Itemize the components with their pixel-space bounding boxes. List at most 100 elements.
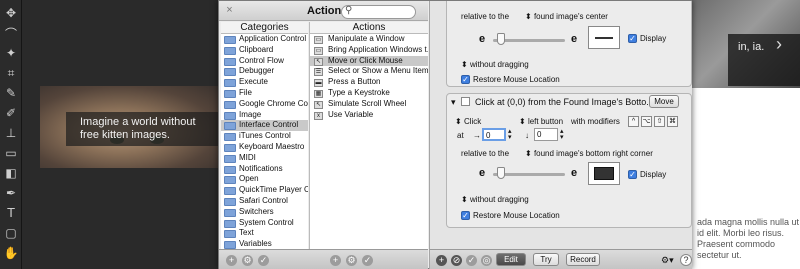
- help-button[interactable]: ?: [680, 254, 692, 266]
- action-item[interactable]: ↖ Simulate Scroll Wheel: [310, 99, 428, 110]
- lasso-tool-icon[interactable]: ⌒: [3, 26, 19, 41]
- anchor-select[interactable]: ⬍ found image's bottom right corner: [525, 149, 653, 158]
- pen-tool-icon[interactable]: ✒: [3, 186, 19, 200]
- click-type-select[interactable]: ⬍ Click: [455, 117, 481, 126]
- option-modifier-button[interactable]: ⌥: [641, 116, 652, 127]
- action-item[interactable]: x Use Variable: [310, 110, 428, 121]
- gear-icon[interactable]: ⚙▾: [661, 255, 674, 266]
- x-stepper[interactable]: ▴ ▾: [508, 128, 512, 141]
- category-item[interactable]: Keyboard Maestro: [221, 142, 308, 153]
- categories-header[interactable]: Categories: [221, 22, 308, 34]
- category-item[interactable]: Application Control: [221, 34, 308, 45]
- category-item[interactable]: MIDI: [221, 153, 308, 164]
- popup-arrows-icon: ⬍: [525, 12, 534, 21]
- category-item[interactable]: Variables: [221, 239, 308, 249]
- category-item[interactable]: System Control: [221, 218, 308, 229]
- action-item[interactable]: ☰ Select or Show a Menu Item: [310, 66, 428, 77]
- command-modifier-button[interactable]: ⌘: [667, 116, 678, 127]
- copy-icon[interactable]: ◎: [481, 255, 492, 266]
- folder-icon: [224, 241, 236, 249]
- brush-tool-icon[interactable]: ✐: [3, 106, 19, 120]
- action-label: Type a Keystroke: [328, 87, 390, 97]
- category-item[interactable]: File: [221, 88, 308, 99]
- category-item[interactable]: iTunes Control: [221, 131, 308, 142]
- restore-checkbox[interactable]: ✓: [461, 211, 470, 220]
- category-item[interactable]: Debugger: [221, 66, 308, 77]
- eraser-tool-icon[interactable]: ▭: [3, 146, 19, 160]
- precision-low-label: e: [479, 33, 486, 45]
- type-tool-icon[interactable]: T: [3, 206, 19, 220]
- checkmark-icon[interactable]: ✓: [258, 255, 269, 266]
- gradient-tool-icon[interactable]: ◧: [3, 166, 19, 180]
- image-well[interactable]: [588, 26, 620, 49]
- chevron-right-icon[interactable]: ›: [776, 34, 782, 55]
- add-icon[interactable]: +: [226, 255, 237, 266]
- category-item[interactable]: Image: [221, 110, 308, 121]
- category-item[interactable]: Control Flow: [221, 56, 308, 67]
- category-item[interactable]: Text: [221, 228, 308, 239]
- add-icon[interactable]: +: [436, 255, 447, 266]
- action-item[interactable]: ▬ Press a Button: [310, 77, 428, 88]
- wand-tool-icon[interactable]: ✦: [3, 46, 19, 60]
- x-coordinate-field[interactable]: 0: [482, 128, 506, 141]
- category-item[interactable]: Notifications: [221, 164, 308, 175]
- action-checkmark-icon[interactable]: ✓: [362, 255, 373, 266]
- image-well[interactable]: [588, 162, 620, 185]
- precision-slider-knob[interactable]: [497, 167, 505, 179]
- restore-checkbox[interactable]: ✓: [461, 75, 470, 84]
- category-item[interactable]: Execute: [221, 77, 308, 88]
- shape-tool-icon[interactable]: ▢: [3, 226, 19, 240]
- crop-tool-icon[interactable]: ⌗: [3, 66, 19, 80]
- eyedropper-tool-icon[interactable]: ✎: [3, 86, 19, 100]
- add-action-icon[interactable]: +: [330, 255, 341, 266]
- action-item[interactable]: ▦ Type a Keystroke: [310, 88, 428, 99]
- category-item[interactable]: Switchers: [221, 207, 308, 218]
- shift-modifier-button[interactable]: ⇧: [654, 116, 665, 127]
- category-item[interactable]: Interface Control: [221, 120, 308, 132]
- category-label: QuickTime Player Co...: [239, 185, 308, 195]
- folder-icon: [224, 154, 236, 163]
- disclosure-triangle-icon[interactable]: ▾: [451, 97, 456, 108]
- action-item[interactable]: ↖ Move or Click Mouse: [310, 55, 428, 67]
- folder-icon: [224, 111, 236, 120]
- precision-high-label: e: [571, 33, 578, 45]
- anchor-select[interactable]: ⬍ found image's center: [525, 12, 608, 21]
- settings-icon[interactable]: ⚙: [242, 255, 253, 266]
- category-item[interactable]: QuickTime Player Co...: [221, 185, 308, 196]
- category-item[interactable]: Safari Control: [221, 196, 308, 207]
- display-checkbox[interactable]: ✓: [628, 34, 637, 43]
- action-label: Select or Show a Menu Item: [328, 66, 428, 76]
- button-select[interactable]: ⬍ left button: [519, 117, 563, 126]
- tool-strip: ✥ ⌒ ✦ ⌗ ✎ ✐ ⊥ ▭ ◧ ✒ T ▢ ✋: [0, 0, 22, 269]
- try-button[interactable]: Try: [533, 253, 559, 266]
- move-button[interactable]: Move: [649, 95, 679, 108]
- record-button[interactable]: Record: [566, 253, 600, 266]
- action-settings-icon[interactable]: ⚙: [346, 255, 357, 266]
- click-action-card: ▾ Click at (0,0) from the Found Image's …: [446, 93, 692, 228]
- actions-header[interactable]: Actions: [309, 22, 428, 34]
- category-label: MIDI: [239, 152, 256, 162]
- y-coordinate-field[interactable]: 0: [534, 128, 558, 141]
- category-item[interactable]: Google Chrome Control: [221, 99, 308, 110]
- display-checkbox[interactable]: ✓: [628, 170, 637, 179]
- category-item[interactable]: Open: [221, 174, 308, 185]
- action-item[interactable]: ▭ Manipulate a Window: [310, 34, 428, 45]
- edit-button[interactable]: Edit: [496, 253, 526, 266]
- hand-tool-icon[interactable]: ✋: [3, 246, 19, 260]
- anchor-select-value: found image's center: [533, 12, 608, 21]
- action-item[interactable]: ▭ Bring Application Windows t...: [310, 45, 428, 56]
- disable-icon[interactable]: ⊘: [451, 255, 462, 266]
- y-stepper[interactable]: ▴ ▾: [560, 128, 564, 141]
- dragging-select[interactable]: ⬍ without dragging: [461, 195, 529, 204]
- precision-slider-knob[interactable]: [497, 33, 505, 45]
- search-input[interactable]: ⚲: [341, 5, 416, 19]
- category-item[interactable]: Clipboard: [221, 45, 308, 56]
- action-title[interactable]: Click at (0,0) from the Found Image's Bo…: [475, 97, 654, 107]
- checkmark-icon[interactable]: ✓: [466, 255, 477, 266]
- close-icon[interactable]: ×: [223, 4, 236, 17]
- folder-icon: [224, 208, 236, 217]
- move-tool-icon[interactable]: ✥: [3, 6, 19, 20]
- stamp-tool-icon[interactable]: ⊥: [3, 126, 19, 140]
- dragging-select[interactable]: ⬍ without dragging: [461, 60, 529, 69]
- control-modifier-button[interactable]: ^: [628, 116, 639, 127]
